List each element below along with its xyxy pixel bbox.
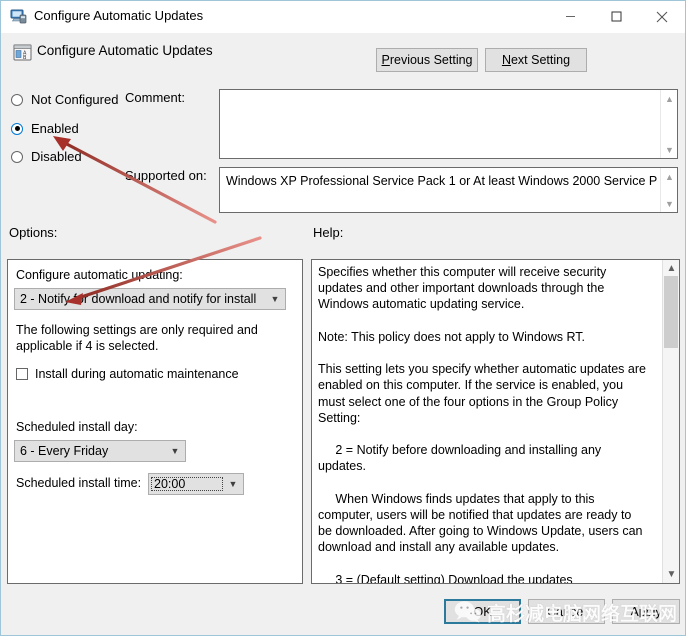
cancel-button[interactable]: Cancel xyxy=(528,599,605,624)
minimize-button[interactable] xyxy=(547,1,593,32)
next-setting-label: ext Setting xyxy=(510,53,571,67)
install-during-maintenance-checkbox[interactable]: Install during automatic maintenance xyxy=(16,367,239,381)
scrollbar-thumb[interactable] xyxy=(664,276,678,348)
chevron-down-icon: ▼ xyxy=(228,479,238,489)
scheduled-install-day-label: Scheduled install day: xyxy=(16,420,138,434)
help-scrollbar[interactable]: ▲ ▼ xyxy=(662,260,679,583)
comment-scrollbar[interactable]: ▲ ▼ xyxy=(660,90,677,158)
chevron-down-icon: ▼ xyxy=(170,446,180,456)
next-setting-mnemonic: N xyxy=(501,53,511,67)
close-button[interactable] xyxy=(639,1,685,32)
help-panel: Specifies whether this computer will rec… xyxy=(311,259,680,584)
configure-updating-value: 2 - Notify for download and notify for i… xyxy=(20,292,257,306)
previous-setting-mnemonic: P xyxy=(381,53,390,67)
radio-not-configured[interactable]: Not Configured xyxy=(11,92,118,107)
next-setting-button[interactable]: Next Setting xyxy=(485,48,587,72)
window-title: Configure Automatic Updates xyxy=(34,8,204,23)
computer-policy-icon xyxy=(10,8,28,26)
supported-on-field: Windows XP Professional Service Pack 1 o… xyxy=(219,167,678,213)
help-section-label: Help: xyxy=(313,225,344,240)
previous-setting-label: revious Setting xyxy=(389,53,473,67)
supported-on-value: Windows XP Professional Service Pack 1 o… xyxy=(226,174,657,188)
setting-title: Configure Automatic Updates xyxy=(37,43,213,58)
chevron-down-icon: ▼ xyxy=(270,294,280,304)
configure-updating-dropdown[interactable]: 2 - Notify for download and notify for i… xyxy=(14,288,286,310)
comment-label: Comment: xyxy=(125,90,185,105)
close-icon xyxy=(656,11,668,22)
minimize-icon xyxy=(565,16,575,17)
supported-on-scrollbar[interactable]: ▲ ▼ xyxy=(660,168,677,212)
chevron-down-icon[interactable]: ▼ xyxy=(661,196,678,211)
radio-disabled-label: Disabled xyxy=(31,149,82,164)
svg-text:B: B xyxy=(23,55,27,61)
title-bar: Configure Automatic Updates xyxy=(1,1,685,33)
scheduled-install-day-dropdown[interactable]: 6 - Every Friday ▼ xyxy=(14,440,186,462)
policy-setting-icon: A B xyxy=(13,43,32,62)
scheduled-install-time-label: Scheduled install time: xyxy=(16,476,142,490)
chevron-up-icon[interactable]: ▲ xyxy=(661,91,678,106)
chevron-up-icon[interactable]: ▲ xyxy=(663,261,679,276)
options-note: The following settings are only required… xyxy=(16,323,258,353)
scheduled-install-time-value: 20:00 xyxy=(151,477,223,491)
configure-updating-label: Configure automatic updating: xyxy=(16,268,183,282)
scheduled-install-time-dropdown[interactable]: 20:00 ▼ xyxy=(148,473,244,495)
comment-input[interactable]: ▲ ▼ xyxy=(219,89,678,159)
help-text: Specifies whether this computer will rec… xyxy=(318,265,646,584)
checkbox-indicator xyxy=(16,368,28,380)
maximize-button[interactable] xyxy=(593,1,639,32)
radio-indicator-selected xyxy=(11,122,23,135)
install-during-maintenance-label: Install during automatic maintenance xyxy=(35,367,239,381)
chevron-down-icon[interactable]: ▼ xyxy=(663,567,679,582)
chevron-down-icon[interactable]: ▼ xyxy=(661,142,678,157)
radio-enabled-label: Enabled xyxy=(31,121,79,136)
radio-indicator xyxy=(11,93,23,106)
options-panel: Configure automatic updating: 2 - Notify… xyxy=(7,259,303,584)
options-section-label: Options: xyxy=(9,225,58,240)
chevron-up-icon[interactable]: ▲ xyxy=(661,169,678,184)
maximize-icon xyxy=(611,11,621,22)
scheduled-install-day-value: 6 - Every Friday xyxy=(20,444,109,458)
radio-disabled[interactable]: Disabled xyxy=(11,149,82,164)
ok-button[interactable]: OK xyxy=(444,599,521,624)
apply-button[interactable]: Apply xyxy=(612,599,680,624)
supported-on-label: Supported on: xyxy=(125,168,207,183)
configure-automatic-updates-dialog: Configure Automatic Updates A B Configur… xyxy=(0,0,686,636)
radio-not-configured-label: Not Configured xyxy=(31,92,119,107)
previous-setting-button[interactable]: Previous Setting xyxy=(376,48,478,72)
radio-indicator xyxy=(11,150,23,163)
radio-enabled[interactable]: Enabled xyxy=(11,121,79,136)
